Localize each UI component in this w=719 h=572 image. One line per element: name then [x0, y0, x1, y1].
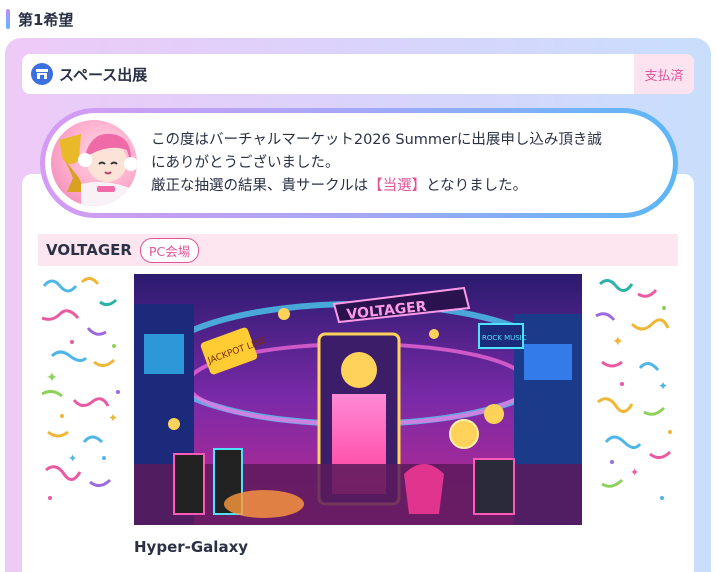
message-line-1: この度はバーチャルマーケット2026 Summerに出展申し込み頂き誠: [151, 131, 602, 148]
banner-side-sign: ROCK MUSIC: [482, 334, 527, 342]
result-message-bubble: この度はバーチャルマーケット2026 Summerに出展申し込み頂き誠 にありが…: [40, 108, 678, 218]
svg-text:✦: ✦: [68, 452, 77, 465]
store-icon: [31, 63, 53, 85]
space-exhibit-bar: スペース出展 支払済: [22, 54, 694, 94]
section-title: 第1希望: [18, 10, 74, 29]
result-message-text: この度はバーチャルマーケット2026 Summerに出展申し込み頂き誠 にありが…: [151, 129, 661, 198]
payment-status-badge: 支払済: [634, 54, 694, 94]
lottery-result: 【当選】: [368, 177, 427, 194]
message-line-3: 厳正な抽選の結果、貴サークルは【当選】となりました。: [151, 177, 528, 194]
svg-text:✦: ✦: [46, 370, 58, 386]
circle-info-row: VOLTAGER PC会場: [38, 234, 678, 266]
venue-badge: PC会場: [139, 237, 200, 263]
svg-text:✦: ✦: [630, 466, 639, 479]
section-accent-bar: [6, 9, 10, 29]
circle-name: VOLTAGER: [46, 241, 132, 259]
work-title: Hyper-Galaxy: [134, 538, 249, 556]
svg-text:✦: ✦: [108, 411, 118, 425]
confetti-left-decoration: ✦ ✦ ✦: [38, 272, 128, 504]
space-exhibit-label: スペース出展: [59, 65, 148, 84]
section-header: 第1希望: [6, 8, 73, 30]
svg-text:✦: ✦: [612, 334, 624, 350]
work-banner-image[interactable]: JACKPOT LINE VOLTAGER ROCK MUSIC: [134, 274, 582, 525]
mascot-avatar: [51, 120, 137, 206]
confetti-right-decoration: ✦ ✦ ✦: [592, 272, 682, 504]
message-line-2: にありがとうございました。: [151, 154, 340, 171]
svg-text:✦: ✦: [658, 379, 668, 393]
